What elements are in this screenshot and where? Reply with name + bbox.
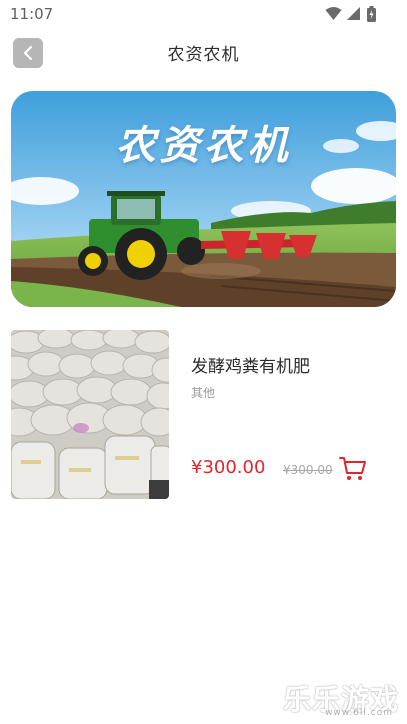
- battery-icon: [367, 6, 376, 22]
- product-image: [11, 330, 169, 499]
- product-name: 发酵鸡粪有机肥: [191, 357, 310, 377]
- status-bar: 11:07: [0, 0, 407, 28]
- banner-title: 农资农机: [115, 123, 292, 169]
- watermark: 乐乐游戏 www.6ll.com: [281, 678, 399, 718]
- product-card[interactable]: 发酵鸡粪有机肥 其他 ¥300.00 ¥300.00: [11, 330, 396, 500]
- signal-icon: [347, 7, 360, 20]
- product-category: 其他: [191, 386, 216, 400]
- page-title: 农资农机: [167, 45, 240, 65]
- wifi-icon: [325, 7, 342, 20]
- product-price: ¥300.00: [191, 457, 266, 478]
- status-time: 11:07: [10, 5, 54, 23]
- watermark-url: www.6ll.com: [325, 708, 393, 718]
- status-icons: [325, 6, 377, 22]
- product-original-price: ¥300.00: [283, 463, 333, 477]
- banner[interactable]: 农资农机: [11, 91, 396, 307]
- header: 农资农机: [0, 30, 407, 76]
- shopping-cart-icon: [339, 457, 366, 480]
- add-to-cart-button[interactable]: [339, 456, 367, 482]
- page: 11:07 农资农机 农资农机 发酵鸡粪有机肥 其他 ¥300.00 ¥300.…: [0, 0, 407, 724]
